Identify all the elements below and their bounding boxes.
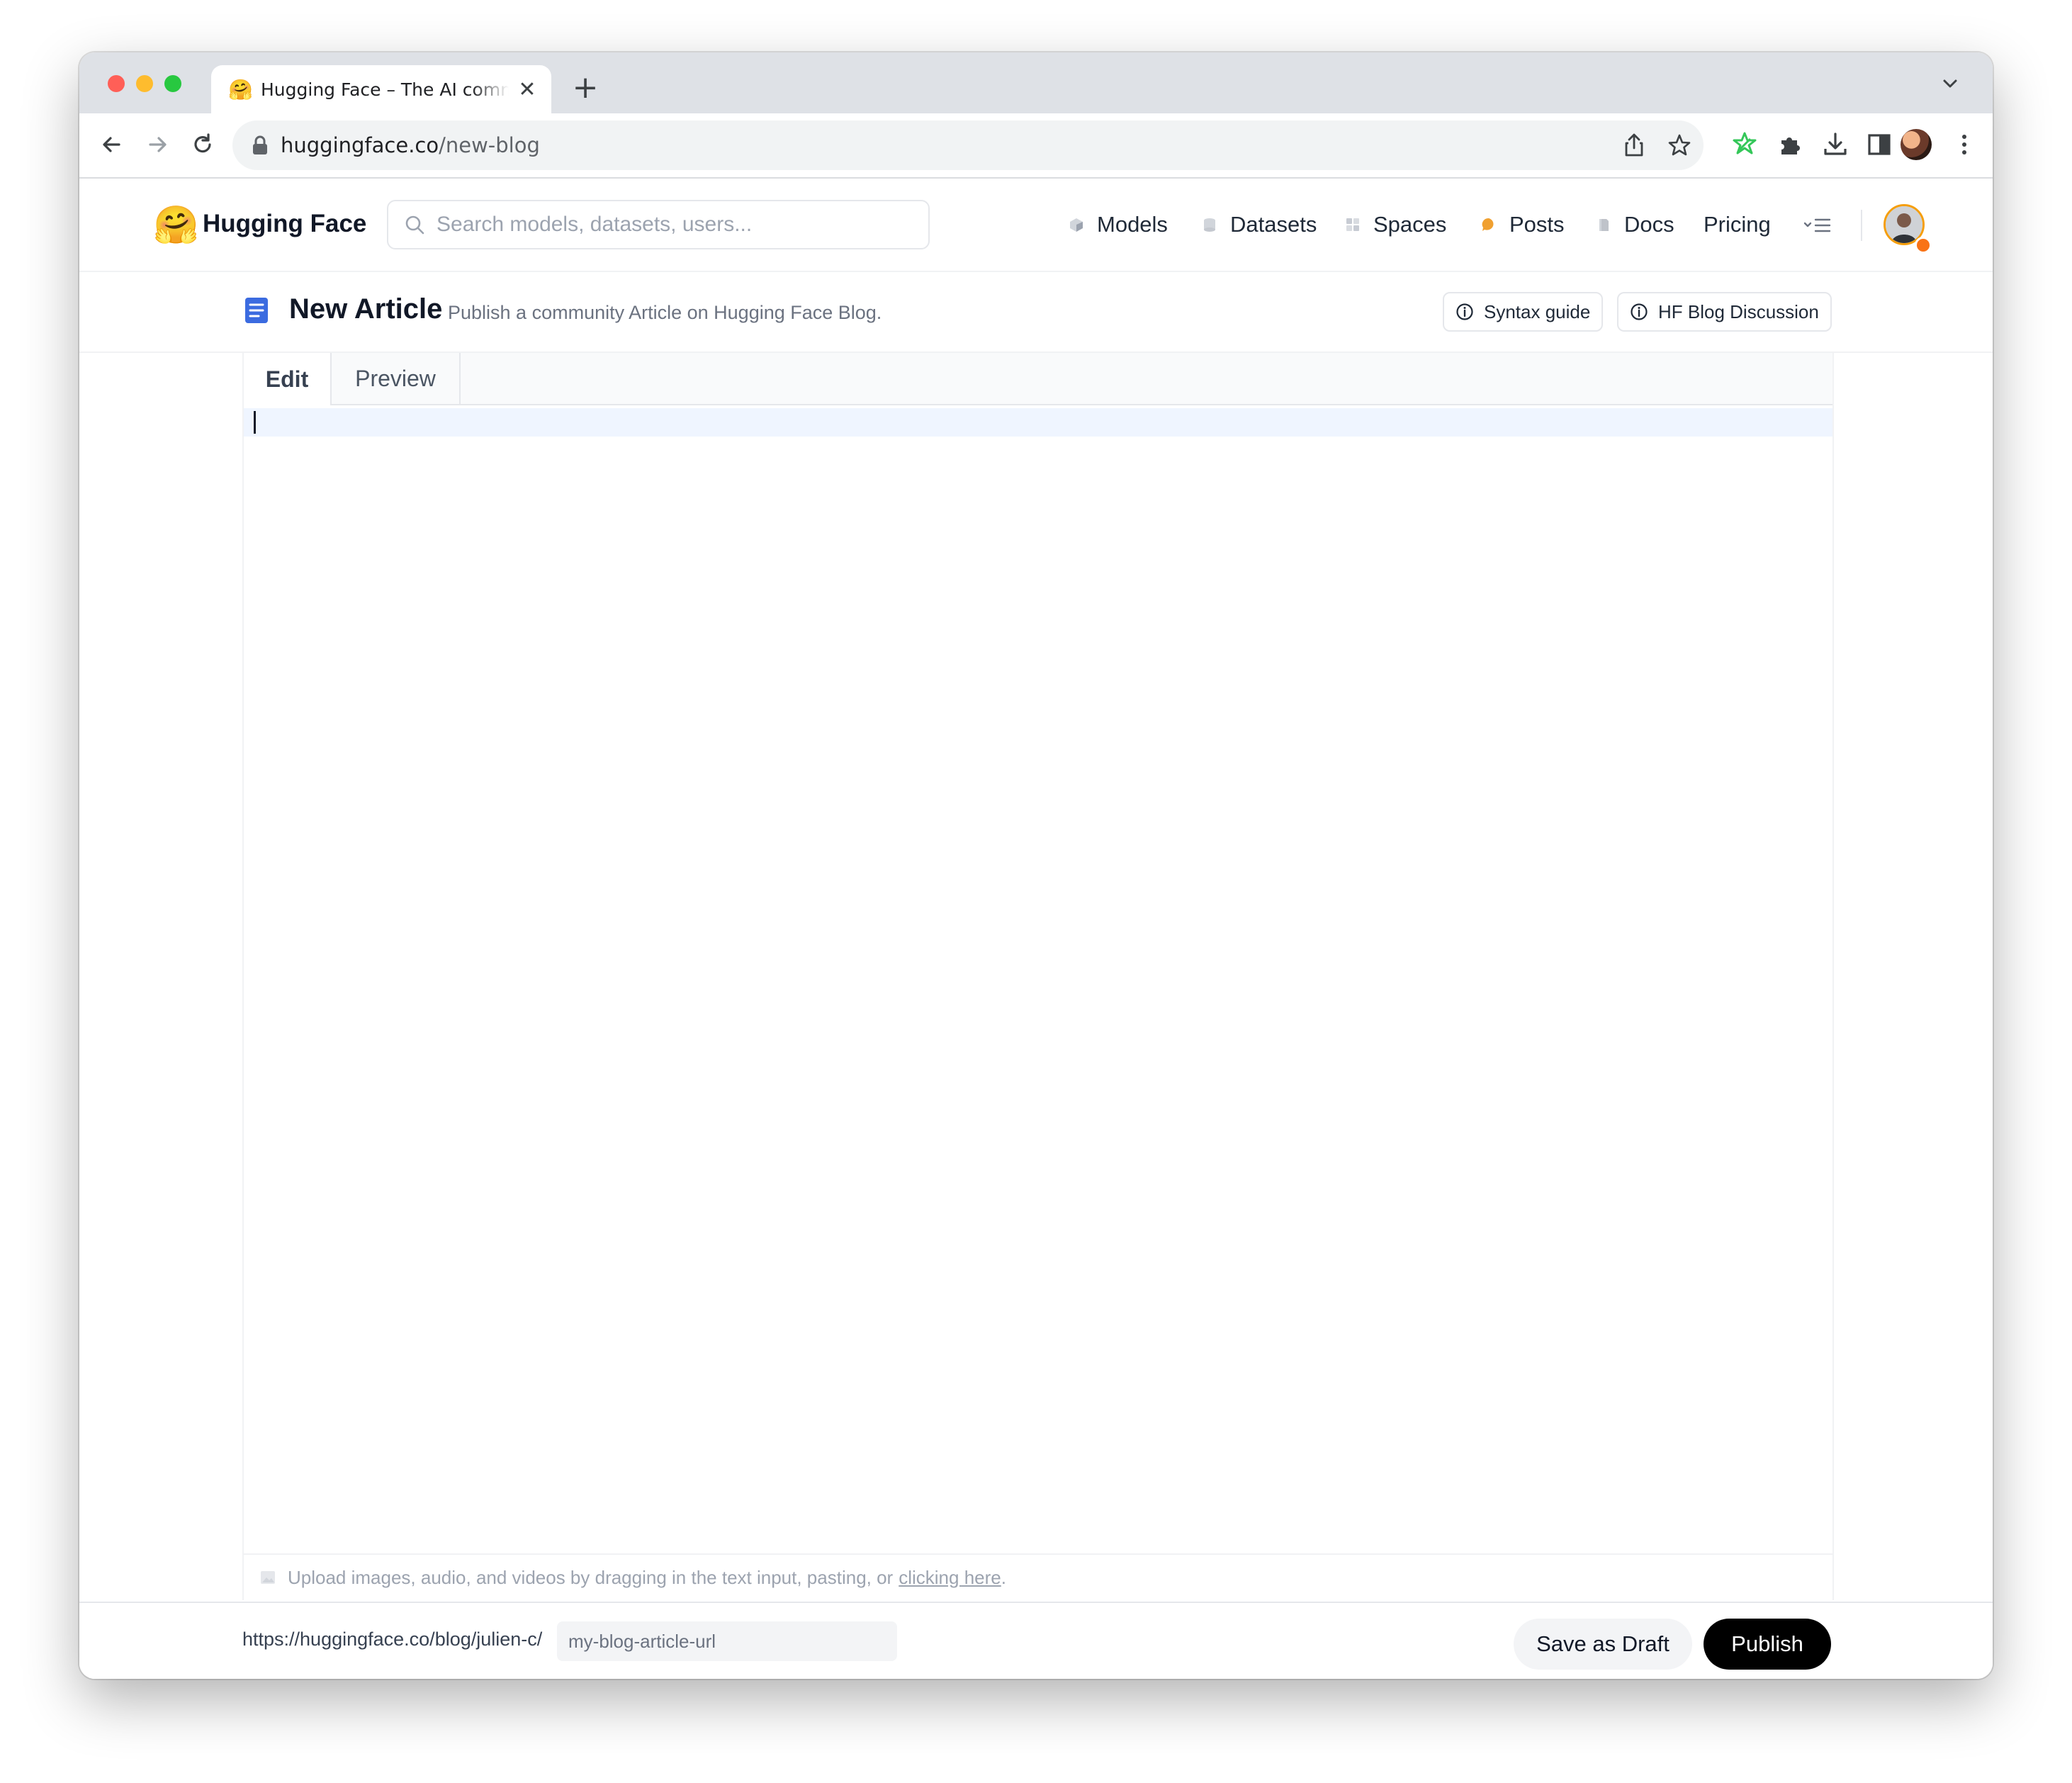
back-icon[interactable] <box>96 129 128 160</box>
share-icon[interactable] <box>1621 133 1647 158</box>
tab-preview[interactable]: Preview <box>332 353 461 404</box>
brand-name[interactable]: Hugging Face <box>203 210 366 238</box>
spaces-grid-icon <box>1346 218 1359 231</box>
sidepanel-icon[interactable] <box>1865 130 1893 159</box>
more-menu-icon[interactable] <box>1803 213 1834 238</box>
article-header: New Article Publish a community Article … <box>79 272 1993 353</box>
reload-icon[interactable] <box>187 129 218 160</box>
article-text-input[interactable] <box>244 438 1832 1551</box>
hf-blog-discussion-button[interactable]: HF Blog Discussion <box>1617 292 1832 332</box>
new-tab-button[interactable]: + <box>568 69 602 106</box>
editor-tabs: Edit Preview <box>244 353 1832 405</box>
notification-dot <box>1915 237 1932 254</box>
lock-icon[interactable] <box>251 135 269 156</box>
info-icon <box>1456 303 1473 320</box>
hugging-face-logo-icon[interactable]: 🤗 <box>153 204 199 247</box>
image-upload-icon <box>261 1571 275 1584</box>
tab-search-chevron-icon[interactable] <box>1939 72 1961 95</box>
nav-datasets[interactable]: Datasets <box>1202 207 1317 242</box>
publish-button[interactable]: Publish <box>1704 1619 1831 1670</box>
publish-bar: https://huggingface.co/blog/julien-c/ Sa… <box>79 1602 1993 1679</box>
extension-icon[interactable] <box>1730 130 1759 159</box>
nav-docs[interactable]: Docs <box>1596 207 1674 242</box>
star-icon[interactable] <box>1667 133 1692 158</box>
user-avatar-image-icon <box>1886 206 1922 243</box>
download-icon[interactable] <box>1821 130 1849 159</box>
browser-tab[interactable]: 🤗 Hugging Face – The AI community buildi… <box>211 65 551 113</box>
tab-title: Hugging Face – The AI community building… <box>261 79 509 100</box>
text-caret <box>254 411 256 434</box>
nav-pricing-label: Pricing <box>1704 212 1771 237</box>
search-input[interactable] <box>435 212 906 237</box>
puzzle-icon[interactable] <box>1776 130 1804 159</box>
hf-navbar: 🤗 Hugging Face Models <box>79 179 1993 272</box>
tab-bar: 🤗 Hugging Face – The AI community buildi… <box>79 52 1993 113</box>
models-cube-icon <box>1070 218 1083 232</box>
upload-link[interactable]: clicking here <box>899 1567 1001 1589</box>
hugging-face-favicon-icon: 🤗 <box>228 77 253 101</box>
datasets-database-icon <box>1204 218 1215 232</box>
nav-spaces-label: Spaces <box>1373 212 1447 237</box>
url-path: /new-blog <box>439 133 540 157</box>
markdown-editor: Edit Preview Upload images, audio, and v… <box>242 353 1834 1600</box>
nav-models-label: Models <box>1097 212 1168 237</box>
upload-hint: Upload images, audio, and videos by drag… <box>244 1553 1832 1600</box>
syntax-guide-label: Syntax guide <box>1484 300 1591 322</box>
close-window-button[interactable] <box>108 75 125 92</box>
hf-page: 🤗 Hugging Face Models <box>79 179 1993 1679</box>
browser-toolbar: huggingface.co/new-blog <box>79 113 1993 179</box>
nav-spaces[interactable]: Spaces <box>1345 207 1446 242</box>
nav-pricing[interactable]: Pricing <box>1704 207 1771 242</box>
profile-avatar[interactable] <box>1901 129 1932 160</box>
browser-window: 🤗 Hugging Face – The AI community buildi… <box>79 52 1993 1679</box>
info-icon <box>1631 303 1648 320</box>
tab-edit[interactable]: Edit <box>244 353 332 405</box>
document-icon <box>245 298 268 323</box>
active-editor-line[interactable] <box>244 408 1832 437</box>
upload-hint-text: Upload images, audio, and videos by drag… <box>288 1566 894 1588</box>
search-box[interactable] <box>387 200 930 249</box>
nav-docs-label: Docs <box>1624 212 1674 237</box>
nav-models[interactable]: Models <box>1069 207 1168 242</box>
page-subtitle: Publish a community Article on Hugging F… <box>448 302 882 323</box>
article-url-prefix: https://huggingface.co/blog/julien-c/ <box>242 1629 543 1650</box>
minimize-window-button[interactable] <box>136 75 153 92</box>
forward-icon[interactable] <box>142 129 173 160</box>
maximize-window-button[interactable] <box>164 75 181 92</box>
posts-chat-bubble-icon <box>1482 218 1494 231</box>
nav-posts-label: Posts <box>1509 212 1565 237</box>
address-bar[interactable]: huggingface.co/new-blog <box>232 120 1704 170</box>
kebab-menu-icon[interactable] <box>1950 130 1978 159</box>
article-slug-input[interactable] <box>557 1621 897 1661</box>
hf-blog-discussion-label: HF Blog Discussion <box>1658 300 1819 322</box>
upload-hint-end: . <box>1001 1566 1006 1588</box>
docs-book-icon <box>1599 219 1609 231</box>
nav-posts[interactable]: Posts <box>1481 207 1565 242</box>
page-title: New Article <box>289 293 443 325</box>
close-tab-icon[interactable]: ✕ <box>514 77 540 102</box>
nav-divider <box>1861 210 1862 241</box>
search-icon <box>405 215 424 235</box>
syntax-guide-button[interactable]: Syntax guide <box>1443 292 1604 332</box>
url-host: huggingface.co <box>281 133 439 157</box>
url-text[interactable]: huggingface.co/new-blog <box>281 133 540 157</box>
nav-datasets-label: Datasets <box>1230 212 1317 237</box>
save-as-draft-button[interactable]: Save as Draft <box>1514 1619 1692 1670</box>
